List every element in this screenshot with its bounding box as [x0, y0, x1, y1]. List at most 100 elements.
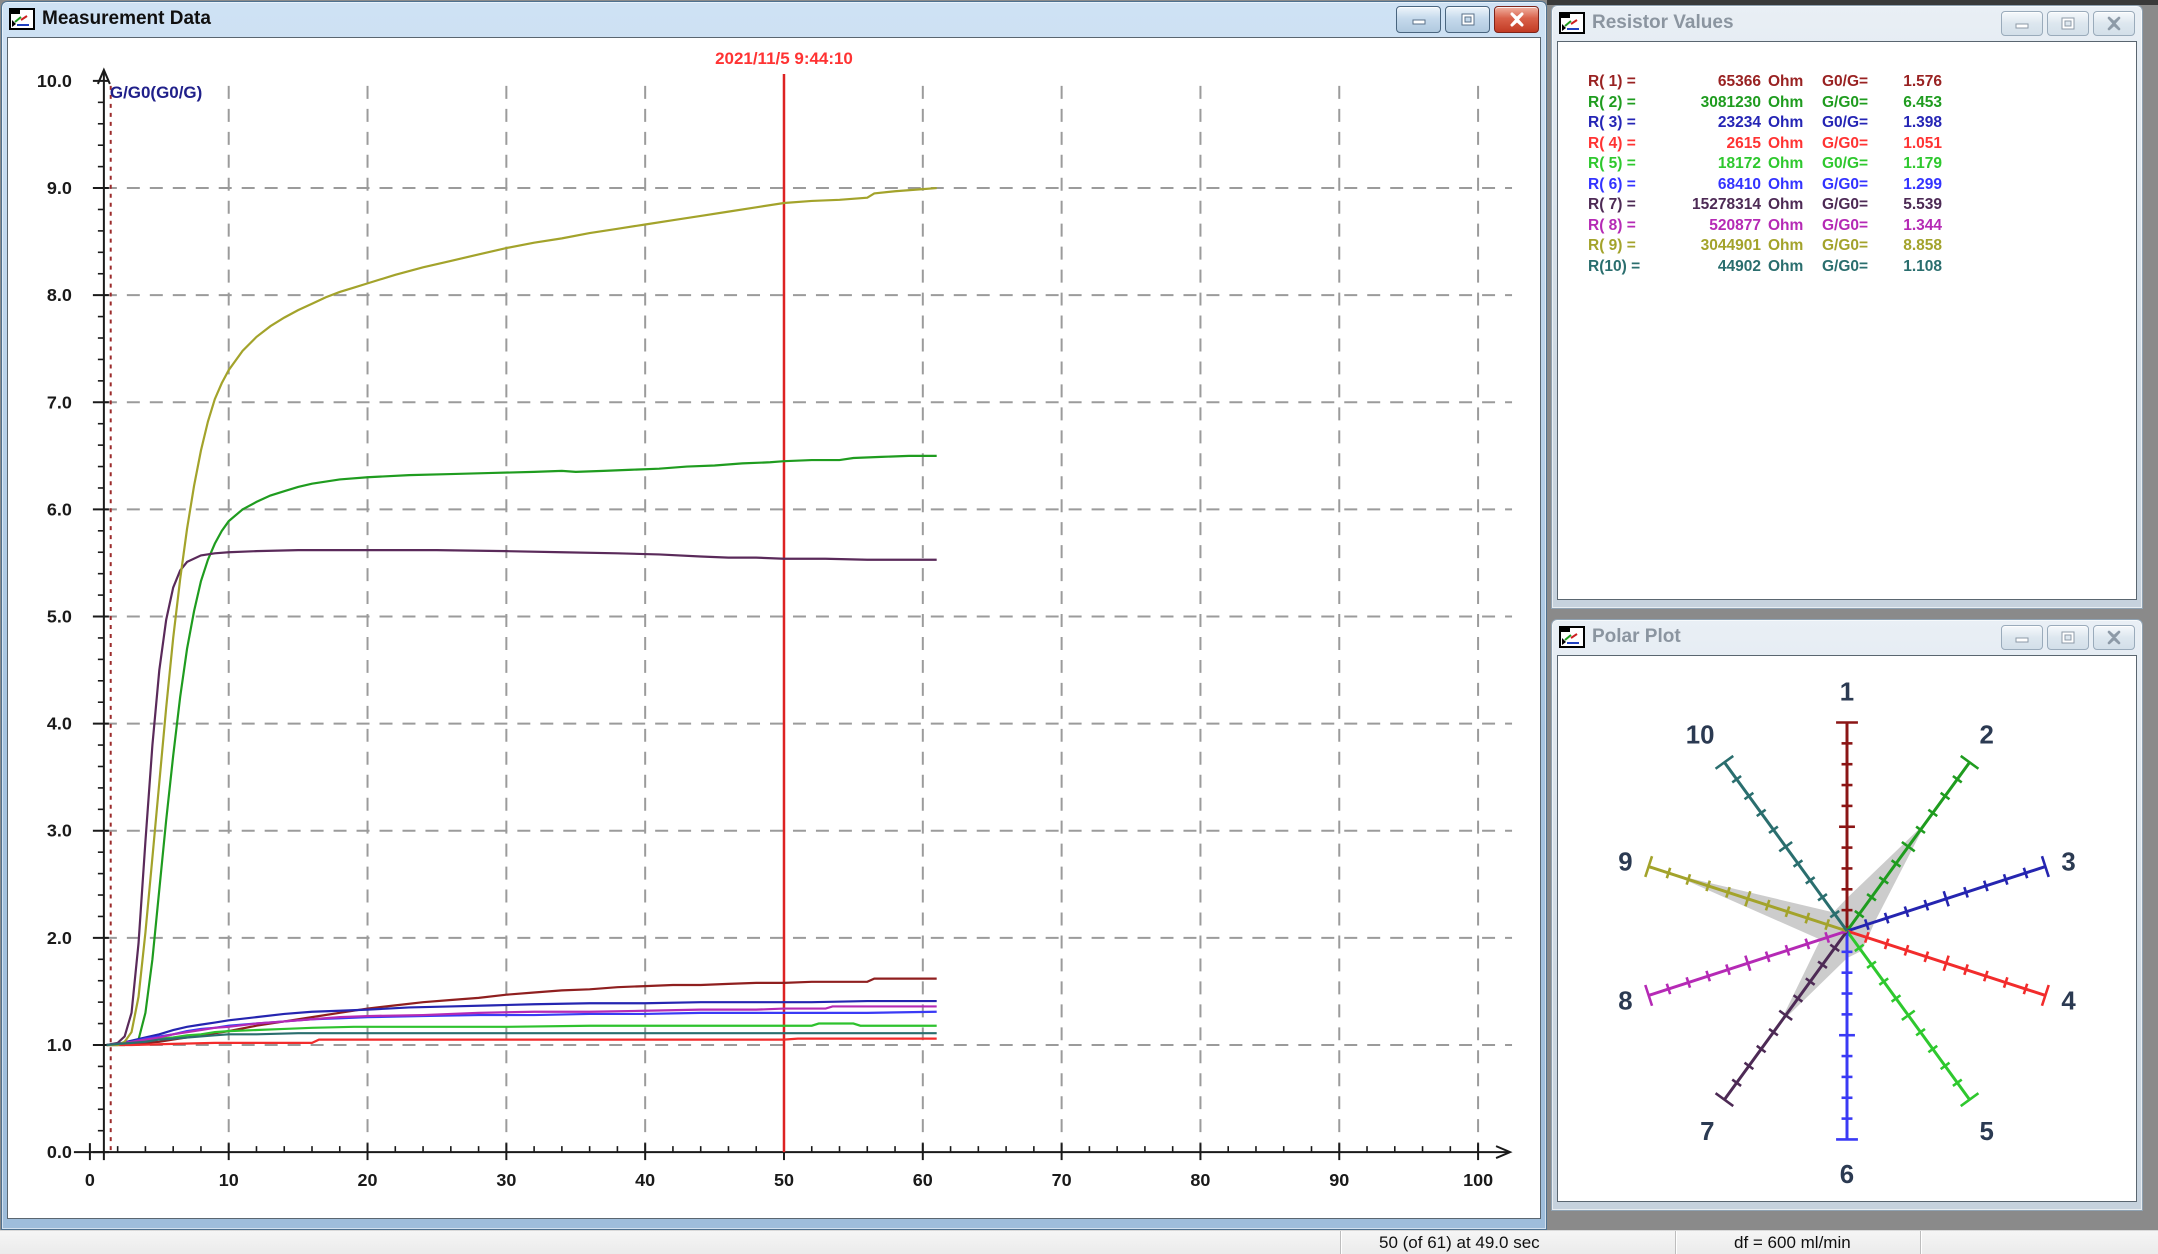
resistor-cell-rr: 1.398 [1886, 113, 1942, 134]
resistor-cell-rl: R(10) = [1588, 257, 1666, 278]
resistor-values-window: Resistor Values R( 1) =65366OhmG0/G=1.57… [1551, 5, 2143, 609]
measurement-chart-area[interactable]: 0.01.02.03.04.05.06.07.08.09.010.0010203… [7, 37, 1541, 1219]
resistor-cell-rg: G/G0= [1810, 236, 1886, 257]
resistor-cell-rg: G/G0= [1810, 216, 1886, 237]
resistor-row-2: R( 2) =3081230OhmG/G0=6.453 [1588, 93, 2136, 114]
minimize-button[interactable] [2001, 625, 2043, 650]
resistor-cell-ru: Ohm [1761, 113, 1810, 134]
resistor-row-1: R( 1) =65366OhmG0/G=1.576 [1588, 72, 2136, 93]
close-button[interactable] [2093, 625, 2135, 650]
maximize-button[interactable] [1445, 6, 1490, 33]
close-icon [2105, 630, 2123, 645]
resistor-cell-rv: 23234 [1666, 113, 1761, 134]
resistor-cell-rr: 5.539 [1886, 195, 1942, 216]
resistor-row-3: R( 3) =23234OhmG0/G=1.398 [1588, 113, 2136, 134]
svg-text:4: 4 [2061, 988, 2076, 1016]
minimize-button[interactable] [2001, 11, 2043, 36]
resistor-values-area: R( 1) =65366OhmG0/G=1.576R( 2) =3081230O… [1557, 41, 2137, 600]
resistor-cell-ru: Ohm [1761, 154, 1810, 175]
minimize-icon [1410, 12, 1428, 26]
resistor-cell-ru: Ohm [1761, 134, 1810, 155]
measurement-titlebar[interactable]: Measurement Data [2, 2, 1546, 36]
measurement-window-title: Measurement Data [42, 8, 211, 30]
svg-text:5.0: 5.0 [47, 607, 72, 627]
svg-text:60: 60 [913, 1170, 933, 1190]
app-icon [9, 8, 35, 30]
resistor-titlebar[interactable]: Resistor Values [1552, 6, 2142, 40]
svg-text:70: 70 [1052, 1170, 1072, 1190]
resistor-cell-ru: Ohm [1761, 216, 1810, 237]
resistor-cell-rl: R( 1) = [1588, 72, 1666, 93]
resistor-cell-rg: G/G0= [1810, 93, 1886, 114]
resistor-cell-rg: G/G0= [1810, 134, 1886, 155]
resistor-cell-rg: G0/G= [1810, 154, 1886, 175]
svg-text:9.0: 9.0 [47, 178, 72, 198]
svg-text:8: 8 [1618, 988, 1632, 1016]
resistor-cell-rr: 1.344 [1886, 216, 1942, 237]
resistor-cell-rv: 3044901 [1666, 236, 1761, 257]
resistor-cell-ru: Ohm [1761, 236, 1810, 257]
maximize-button[interactable] [2047, 11, 2089, 36]
status-bar: 50 (of 61) at 49.0 sec df = 600 ml/min [0, 1230, 2158, 1254]
maximize-icon [1459, 12, 1477, 27]
svg-text:30: 30 [496, 1170, 516, 1190]
resistor-cell-rg: G0/G= [1810, 72, 1886, 93]
resistor-cell-rl: R( 3) = [1588, 113, 1666, 134]
resistor-cell-rr: 8.858 [1886, 236, 1942, 257]
svg-text:2.0: 2.0 [47, 928, 72, 948]
svg-text:100: 100 [1463, 1170, 1493, 1190]
resistor-cell-rl: R( 6) = [1588, 175, 1666, 196]
resistor-window-title: Resistor Values [1592, 12, 1734, 34]
minimize-button[interactable] [1396, 6, 1441, 33]
resistor-row-8: R( 8) =520877OhmG/G0=1.344 [1588, 216, 2136, 237]
close-icon [2105, 16, 2123, 31]
resistor-cell-ru: Ohm [1761, 257, 1810, 278]
svg-text:G/G0(G0/G): G/G0(G0/G) [110, 83, 202, 102]
resistor-cell-rv: 2615 [1666, 134, 1761, 155]
resistor-row-5: R( 5) =18172OhmG0/G=1.179 [1588, 154, 2136, 175]
svg-text:20: 20 [358, 1170, 378, 1190]
resistor-cell-rv: 44902 [1666, 257, 1761, 278]
svg-text:7: 7 [1700, 1118, 1714, 1146]
minimize-icon [2013, 630, 2031, 644]
svg-text:6: 6 [1840, 1161, 1854, 1189]
resistor-row-4: R( 4) =2615OhmG/G0=1.051 [1588, 134, 2136, 155]
resistor-row-7: R( 7) =15278314OhmG/G0=5.539 [1588, 195, 2136, 216]
svg-text:9: 9 [1618, 848, 1632, 876]
status-panel-flow: df = 600 ml/min [1675, 1231, 1920, 1254]
status-panel-empty-right [1920, 1231, 2158, 1254]
svg-text:10: 10 [219, 1170, 239, 1190]
resistor-cell-rr: 1.299 [1886, 175, 1942, 196]
resistor-cell-ru: Ohm [1761, 72, 1810, 93]
svg-text:10: 10 [1686, 722, 1715, 750]
maximize-button[interactable] [2047, 625, 2089, 650]
resistor-cell-rr: 1.179 [1886, 154, 1942, 175]
polar-titlebar[interactable]: Polar Plot [1552, 620, 2142, 654]
svg-text:5: 5 [1980, 1118, 1994, 1146]
close-button[interactable] [2093, 11, 2135, 36]
close-button[interactable] [1494, 6, 1539, 33]
svg-text:1.0: 1.0 [47, 1035, 72, 1055]
resistor-cell-rr: 1.576 [1886, 72, 1942, 93]
resistor-cell-rg: G/G0= [1810, 195, 1886, 216]
svg-text:40: 40 [635, 1170, 655, 1190]
resistor-cell-ru: Ohm [1761, 195, 1810, 216]
close-icon [1508, 12, 1526, 27]
resistor-cell-rr: 6.453 [1886, 93, 1942, 114]
resistor-cell-rv: 18172 [1666, 154, 1761, 175]
svg-text:3.0: 3.0 [47, 821, 72, 841]
resistor-cell-ru: Ohm [1761, 93, 1810, 114]
resistor-cell-rr: 1.108 [1886, 257, 1942, 278]
svg-text:3: 3 [2061, 848, 2075, 876]
resistor-cell-rv: 65366 [1666, 72, 1761, 93]
status-panel-sample: 50 (of 61) at 49.0 sec [1340, 1231, 1675, 1254]
measurement-data-window: Measurement Data 0.01.02.03.04.05.06.07.… [1, 1, 1547, 1230]
svg-text:0.0: 0.0 [47, 1142, 72, 1162]
svg-text:1: 1 [1840, 679, 1854, 707]
status-panel-empty [0, 1231, 1340, 1254]
polar-window-title: Polar Plot [1592, 626, 1681, 648]
resistor-cell-rg: G/G0= [1810, 257, 1886, 278]
svg-text:8.0: 8.0 [47, 285, 72, 305]
svg-text:2021/11/5 9:44:10: 2021/11/5 9:44:10 [715, 49, 853, 68]
maximize-icon [2059, 16, 2077, 31]
